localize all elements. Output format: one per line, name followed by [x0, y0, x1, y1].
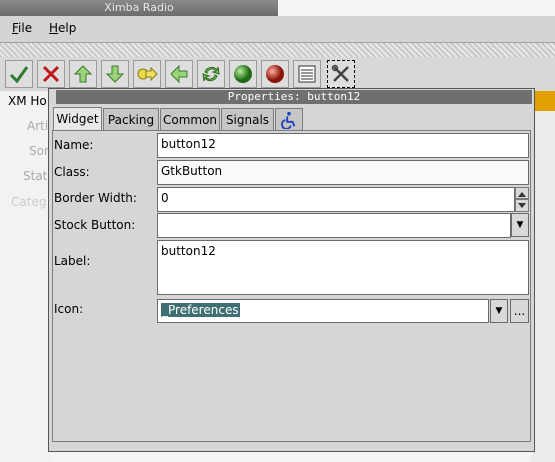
chevron-down-icon: ▼	[495, 306, 503, 316]
icon-browse-button[interactable]: ...	[510, 299, 529, 323]
tools-icon[interactable]	[327, 60, 355, 88]
class-label: Class:	[54, 165, 90, 179]
tab-widget[interactable]: Widget	[53, 107, 102, 131]
stock-button-label: Stock Button:	[54, 218, 136, 232]
main-window-titlebar[interactable]: Ximba Radio	[0, 0, 278, 16]
up-arrow-icon[interactable]	[69, 60, 97, 88]
toolbar	[0, 57, 555, 92]
sidebar-item[interactable]: Categ	[11, 195, 46, 209]
tab-common[interactable]: Common	[160, 108, 220, 130]
border-width-field[interactable]: 0	[157, 187, 515, 212]
toolbar-handle[interactable]	[0, 43, 555, 57]
tab-packing-label: Packing	[107, 113, 155, 127]
back-icon[interactable]	[165, 60, 193, 88]
menu-help-mnemonic: H	[49, 21, 59, 35]
name-value: button12	[161, 137, 216, 151]
sidebar-item[interactable]: Arti	[27, 119, 48, 133]
sidebar-header: XM Ho	[8, 94, 47, 108]
name-label: Name:	[54, 138, 94, 152]
down-arrow-icon[interactable]	[101, 60, 129, 88]
icon-combo[interactable]: _Preferences	[157, 299, 489, 323]
dialog-titlebar[interactable]: Properties: button12	[56, 90, 532, 104]
border-width-label: Border Width:	[54, 191, 137, 205]
tab-packing[interactable]: Packing	[103, 108, 159, 130]
border-width-value: 0	[161, 191, 169, 205]
tab-signals-label: Signals	[225, 113, 270, 127]
menu-help[interactable]: Help	[49, 21, 76, 35]
check-icon[interactable]	[5, 60, 33, 88]
menu-file[interactable]: File	[12, 21, 32, 35]
icon-dropdown[interactable]: ▼	[490, 299, 508, 323]
list-icon[interactable]	[293, 60, 321, 88]
class-value: GtkButton	[161, 164, 223, 178]
tab-accessibility[interactable]	[275, 108, 303, 130]
main-window-title: Ximba Radio	[104, 1, 174, 14]
name-field[interactable]: button12	[157, 133, 529, 158]
accessibility-icon	[281, 111, 296, 130]
label-value: button12	[161, 244, 216, 258]
stock-button-dropdown[interactable]: ▼	[511, 213, 529, 237]
spin-down-button[interactable]	[515, 199, 529, 212]
icon-label: Icon:	[54, 302, 84, 316]
class-field[interactable]: GtkButton	[157, 160, 529, 185]
spin-up-button[interactable]	[515, 187, 529, 199]
forward-icon[interactable]	[133, 60, 161, 88]
spin-down-icon	[518, 203, 526, 208]
sidebar-item[interactable]: Stat	[23, 169, 47, 183]
refresh-icon[interactable]	[197, 60, 225, 88]
green-ball-icon[interactable]	[229, 60, 257, 88]
menu-help-label: elp	[58, 21, 77, 35]
tab-widget-label: Widget	[56, 112, 99, 126]
delete-icon[interactable]	[37, 60, 65, 88]
browse-label: ...	[513, 304, 526, 318]
spin-up-icon	[518, 192, 526, 197]
dialog-title: Properties: button12	[227, 90, 361, 103]
menu-file-label: ile	[18, 21, 33, 35]
label-label: Label:	[54, 254, 91, 268]
tab-signals[interactable]: Signals	[221, 108, 274, 130]
label-textarea[interactable]: button12	[157, 240, 529, 295]
tab-common-label: Common	[162, 113, 218, 127]
icon-value: _Preferences	[161, 303, 240, 317]
stock-button-combo[interactable]	[157, 213, 511, 238]
sidebar: XM Ho Arti Son Stat Categ	[0, 91, 52, 462]
chevron-down-icon: ▼	[516, 220, 524, 230]
red-ball-icon[interactable]	[261, 60, 289, 88]
menubar: File Help	[0, 16, 555, 43]
